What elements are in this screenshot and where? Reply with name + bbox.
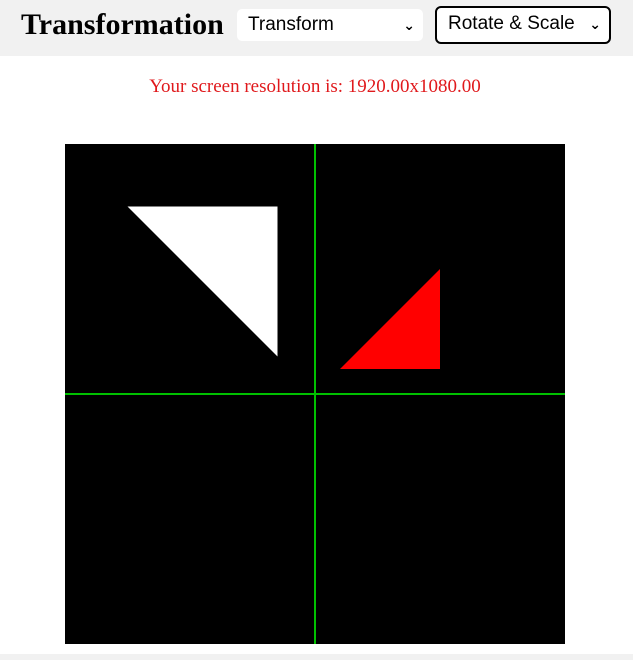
- resolution-text: Your screen resolution is: 1920.00x1080.…: [149, 76, 481, 97]
- top-bar: Transformation Transform ⌄ Rotate & Scal…: [0, 0, 633, 56]
- mode-select[interactable]: Transform ⌄: [236, 8, 424, 42]
- operation-select[interactable]: Rotate & Scale ⌄: [435, 6, 611, 44]
- bottom-strip: [0, 654, 633, 660]
- operation-select-value: Rotate & Scale: [448, 13, 575, 34]
- mode-select-value: Transform: [248, 14, 334, 35]
- chevron-down-icon: ⌄: [589, 16, 601, 32]
- original-triangle: [127, 206, 278, 357]
- canvas-svg: [65, 144, 565, 644]
- main-area: Your screen resolution is: 1920.00x1080.…: [0, 56, 633, 654]
- page-title: Transformation: [21, 8, 224, 41]
- webgl-canvas[interactable]: [65, 144, 565, 644]
- transformed-triangle: [340, 269, 440, 369]
- chevron-down-icon: ⌄: [403, 17, 415, 33]
